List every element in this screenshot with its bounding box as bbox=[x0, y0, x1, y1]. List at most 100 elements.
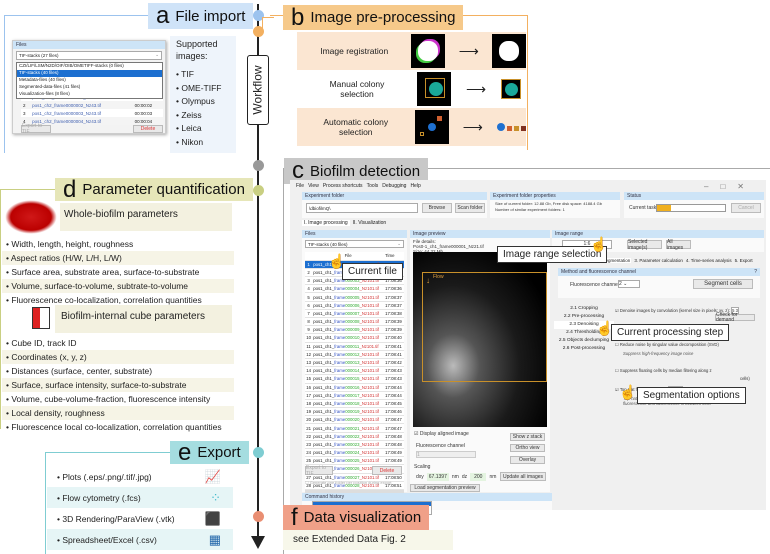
svd-checkbox[interactable]: ☐ Reduce noise by singular value decompo… bbox=[615, 342, 760, 347]
menu-item[interactable]: Tools bbox=[367, 183, 379, 189]
table-row[interactable]: 23 pos1_ch1_frame000023_Nz101.tif 17:08:48 bbox=[305, 440, 404, 450]
whole-parameter: • Aspect ratios (H/W, L/H, L/W) bbox=[2, 251, 234, 265]
tab[interactable]: I. Image processing bbox=[302, 220, 350, 226]
table-row[interactable]: 8 pos1_ch1_frame000008_Nz101.tif 17:08:39 bbox=[305, 317, 404, 327]
segment-cells-button[interactable]: Segment cells bbox=[693, 279, 753, 289]
load-segmentation-preview-button[interactable]: Load segmentation preview bbox=[410, 484, 480, 492]
browse-button[interactable]: Browse bbox=[422, 203, 452, 213]
preprocessing-row: Image registration ⟶ bbox=[297, 32, 526, 70]
menu-item[interactable]: Process shortcuts bbox=[323, 183, 363, 189]
table-row[interactable]: 22 pos1_ch1_frame000022_Nz101.tif 17:08:48 bbox=[305, 432, 404, 441]
processing-step[interactable]: 2.6 Post-processing bbox=[554, 345, 614, 353]
biofilm-3d-icon bbox=[5, 200, 57, 234]
processing-step[interactable]: 2.1 Cropping bbox=[554, 305, 614, 313]
scan-folder-button[interactable]: Scan folder bbox=[455, 203, 485, 213]
cancel-button[interactable]: Cancel bbox=[731, 203, 761, 213]
chevron-down-icon: ⌄ bbox=[397, 241, 401, 246]
hand-cursor-icon: ☝ bbox=[596, 320, 614, 336]
selected-images-button[interactable]: Selected image(s) bbox=[627, 239, 662, 251]
fluo-channel-select[interactable]: 2 ⌄ bbox=[618, 280, 640, 288]
file-name: pos1_ch1_frame000012_Nz101.tif bbox=[312, 350, 385, 359]
biofilm-image-preview[interactable]: Flow ↓ bbox=[413, 252, 547, 427]
export-tif-button[interactable]: Export to TIF bbox=[305, 465, 333, 477]
dropdown-option[interactable]: Metadata-files (40 files) bbox=[17, 77, 162, 84]
file-type-select[interactable]: TIF-stacks (27 files) ⌄ bbox=[16, 51, 162, 60]
processing-tab[interactable]: 5. Export bbox=[735, 258, 753, 263]
table-row[interactable]: 10 pos1_ch1_frame000010_Nz101.tif 17:08:40 bbox=[305, 333, 404, 343]
experiment-folder-input[interactable]: \dbiofilmQ\ bbox=[306, 203, 418, 213]
show-z-stack-button[interactable]: Show z stack bbox=[510, 433, 545, 441]
cube-parameter: • Distances (surface, center, substrate) bbox=[6, 366, 153, 376]
supported-format: • Olympus bbox=[176, 96, 215, 106]
file-name: pos1_ch1_frame000022_Nz101.tif bbox=[312, 432, 385, 441]
file-name: pos1_ch1_frame000010_Nz101.tif bbox=[312, 333, 385, 343]
table-row[interactable]: 6 pos1_ch1_frame000006_Nz101.tif 17:08:37 bbox=[305, 301, 404, 310]
file-name: pos1_ch1_frame000015_Nz101.tif bbox=[312, 374, 385, 384]
table-row[interactable]: 18 pos1_ch1_frame000018_Nz101.tif 17:08:45 bbox=[305, 399, 404, 409]
overlay-button[interactable]: Overlay bbox=[510, 456, 545, 464]
dropdown-option[interactable]: Segmented-data-files (41 files) bbox=[17, 84, 162, 91]
dz-input[interactable]: 200 bbox=[470, 473, 487, 481]
preprocessing-row: Manual colony selection ⟶ bbox=[297, 70, 526, 108]
delete-button[interactable]: Delete bbox=[133, 125, 163, 133]
window-controls: –□✕ bbox=[704, 182, 756, 191]
table-row[interactable]: 13 pos1_ch1_frame000013_Nz101.tif 17:08:42 bbox=[305, 358, 404, 368]
table-row[interactable]: 20 pos1_ch1_frame000020_Nz101.tif 17:08:47 bbox=[305, 415, 404, 425]
callout-segmentation-options: Segmentation options bbox=[637, 387, 746, 404]
file-name: pos1_ch1_frame000021_Nz101.tif bbox=[312, 423, 385, 433]
table-row[interactable]: 14 pos1_ch1_frame000014_Nz101.tif 17:08:43 bbox=[305, 366, 404, 376]
table-row[interactable]: 12 pos1_ch1_frame000012_Nz101.tif 17:08:41 bbox=[305, 350, 404, 359]
file-import-title: a File import bbox=[148, 3, 254, 29]
update-all-images-button[interactable]: Update all images bbox=[500, 472, 546, 481]
menu-item[interactable]: File bbox=[296, 183, 304, 189]
table-row[interactable]: 15 pos1_ch1_frame000015_Nz101.tif 17:08:43 bbox=[305, 374, 404, 384]
table-row[interactable]: 7 pos1_ch1_frame000007_Nz101.tif 17:08:38 bbox=[305, 309, 404, 319]
table-row[interactable]: 19 pos1_ch1_frame000019_Nz101.tif 17:08:46 bbox=[305, 407, 404, 417]
processing-tab[interactable]: 4. Time-series analysis bbox=[686, 258, 732, 263]
all-images-button[interactable]: All images bbox=[666, 239, 691, 251]
whole-parameter: • Width, length, height, roughness bbox=[6, 239, 134, 249]
file-name: pos1_ch1_frame000024_Nz101.tif bbox=[312, 448, 385, 458]
delete-button[interactable]: Delete bbox=[372, 466, 402, 475]
table-row[interactable]: 17 pos1_ch1_frame000017_Nz101.tif 17:08:44 bbox=[305, 391, 404, 400]
dropdown-option[interactable]: Visualization-files (8 files) bbox=[17, 91, 162, 98]
table-row[interactable]: 24 pos1_ch1_frame000024_Nz101.tif 17:08:49 bbox=[305, 448, 404, 458]
help-icon[interactable]: ? bbox=[754, 269, 757, 275]
file-name: pos1_ch1_frame000014_Nz101.tif bbox=[312, 366, 385, 376]
dxy-input[interactable]: 67.1397 bbox=[426, 473, 449, 481]
files-table: FileTime 1pos1_ch1_frame000001_Nz101.tif… bbox=[305, 252, 404, 490]
menu-item[interactable]: Debugging bbox=[382, 183, 406, 189]
extended-data-note: see Extended Data Fig. 2 bbox=[283, 530, 453, 550]
table-row[interactable]: 21 pos1_ch1_frame000021_Nz101.tif 17:08:47 bbox=[305, 423, 404, 433]
tab[interactable]: II. Visualization bbox=[353, 220, 387, 226]
export-tif-button[interactable]: Export to TIF bbox=[21, 123, 51, 135]
table-row[interactable]: 16 pos1_ch1_frame000016_Nz101.tif 17:08:44 bbox=[305, 383, 404, 392]
dot-f bbox=[252, 510, 264, 522]
table-row[interactable]: 5 pos1_ch1_frame000005_Nz101.tif 17:08:37 bbox=[305, 292, 404, 302]
file-name: pos1_ch1_frame000023_Nz101.tif bbox=[312, 440, 385, 450]
menu-item[interactable]: Help bbox=[410, 183, 420, 189]
crop-rectangle[interactable] bbox=[422, 272, 547, 382]
menu-item[interactable]: View bbox=[308, 183, 319, 189]
whole-parameter: • Volume, surface-to-volume, subtrate-to… bbox=[2, 279, 234, 293]
floating-cells-checkbox[interactable]: ☐ Suppress floating cells by median filt… bbox=[615, 368, 760, 373]
dropdown-option[interactable]: CZI/LIF/LSM/N2D/OIF/OIB/OMETIFF-stacks (… bbox=[17, 63, 162, 70]
check-for-demand-button[interactable]: Check for demand bbox=[715, 312, 755, 322]
table-row[interactable]: 9 pos1_ch1_frame000009_Nz101.tif 17:08:39 bbox=[305, 325, 404, 335]
table-row[interactable]: 2 pos1_ch2_frame0000002_Nz43.tif 00:00:02 bbox=[21, 101, 163, 109]
processing-step[interactable]: 2.5 Objects declumping bbox=[554, 337, 614, 345]
table-row[interactable]: 3 pos1_ch2_frame0000003_Nz43.tif 00:00:03 bbox=[21, 109, 163, 117]
file-type-select[interactable]: TIF-stacks (40 files) ⌄ bbox=[305, 240, 404, 248]
dropdown-option[interactable]: TIF-stacks (40 files) bbox=[17, 70, 162, 77]
display-aligned-checkbox[interactable]: ☑ Display aligned image bbox=[414, 431, 469, 437]
processing-tab[interactable]: 3. Parameter calculation bbox=[634, 258, 683, 263]
gen-folder-checkbox[interactable]: ☐ Generate one folder per position durin… bbox=[305, 480, 392, 485]
table-row[interactable]: 11 pos1_ch1_frame000011_Nz101.tif 17:08:41 bbox=[305, 342, 404, 351]
table-row[interactable]: 4 pos1_ch1_frame000004_Nz101.tif 17:08:36 bbox=[305, 284, 404, 294]
ortho-view-button[interactable]: Ortho view bbox=[510, 444, 545, 452]
before-image bbox=[417, 72, 451, 106]
file-name: pos1_ch1_frame000009_Nz101.tif bbox=[312, 325, 385, 335]
supported-format: • TIF bbox=[176, 69, 194, 79]
file-type-dropdown: CZI/LIF/LSM/N2D/OIF/OIB/OMETIFF-stacks (… bbox=[16, 62, 163, 99]
fluo-channel-select[interactable]: 1 bbox=[416, 451, 476, 458]
